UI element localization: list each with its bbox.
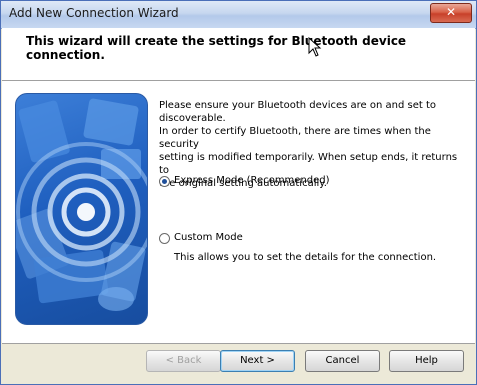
- mouse-cursor-icon: [308, 37, 322, 57]
- bluetooth-illustration: [15, 93, 148, 325]
- description-line: In order to certify Bluetooth, there are…: [159, 126, 431, 150]
- description-line: Please ensure your Bluetooth devices are…: [159, 100, 436, 111]
- window-title: Add New Connection Wizard: [9, 6, 179, 20]
- custom-mode-label[interactable]: Custom Mode: [174, 232, 243, 243]
- description-line: discoverable.: [159, 113, 226, 124]
- description-line: setting is modified temporarily. When se…: [159, 152, 458, 176]
- wizard-header: This wizard will create the settings for…: [2, 28, 475, 81]
- cancel-button[interactable]: Cancel: [305, 350, 380, 372]
- back-button[interactable]: < Back: [146, 350, 221, 372]
- next-button[interactable]: Next >: [220, 350, 295, 372]
- title-bar[interactable]: Add New Connection Wizard ✕: [1, 1, 476, 29]
- custom-mode-radio[interactable]: [159, 233, 170, 244]
- close-button[interactable]: ✕: [430, 3, 472, 23]
- header-text: This wizard will create the settings for…: [26, 34, 407, 62]
- close-icon: ✕: [445, 5, 457, 19]
- express-mode-radio[interactable]: [159, 176, 170, 187]
- footer-divider: [2, 343, 475, 344]
- wizard-window: Add New Connection Wizard ✕ This wizard …: [0, 0, 477, 385]
- bluetooth-devices-icon: [16, 98, 147, 311]
- express-mode-label[interactable]: Express Mode (Recommended): [174, 175, 330, 186]
- custom-mode-description: This allows you to set the details for t…: [174, 252, 437, 263]
- help-button[interactable]: Help: [389, 350, 464, 372]
